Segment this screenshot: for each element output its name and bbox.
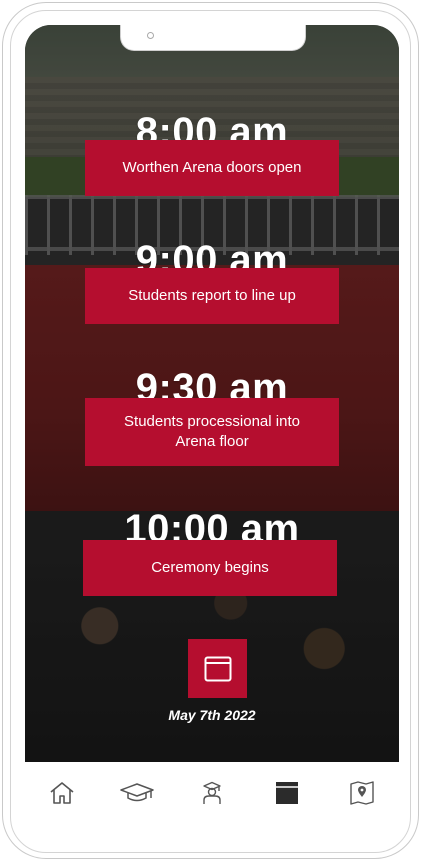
bottom-tab-bar [25,762,399,837]
tab-graduation[interactable] [117,778,157,808]
camera-icon [147,32,154,39]
app-screen: 8:00 am Worthen Arena doors open 9:00 am… [25,25,399,837]
graduate-person-icon [203,781,221,804]
tab-graduates[interactable] [192,778,232,808]
ceremony-date: May 7th 2022 [168,707,256,723]
event-label: Students processional into Arena floor [85,398,339,466]
tab-map[interactable] [342,778,382,808]
phone-notch [120,25,306,51]
graduation-cap-icon [120,783,154,802]
home-icon [50,782,74,804]
tab-schedule[interactable] [267,778,307,808]
calendar-icon [204,656,231,681]
tab-home[interactable] [42,778,82,808]
map-icon [349,781,374,805]
event-label: Worthen Arena doors open [85,140,339,196]
event-label: Ceremony begins [83,540,337,596]
calendar-icon [275,782,298,804]
event-label: Students report to line up [85,268,339,324]
calendar-button[interactable] [188,639,247,698]
